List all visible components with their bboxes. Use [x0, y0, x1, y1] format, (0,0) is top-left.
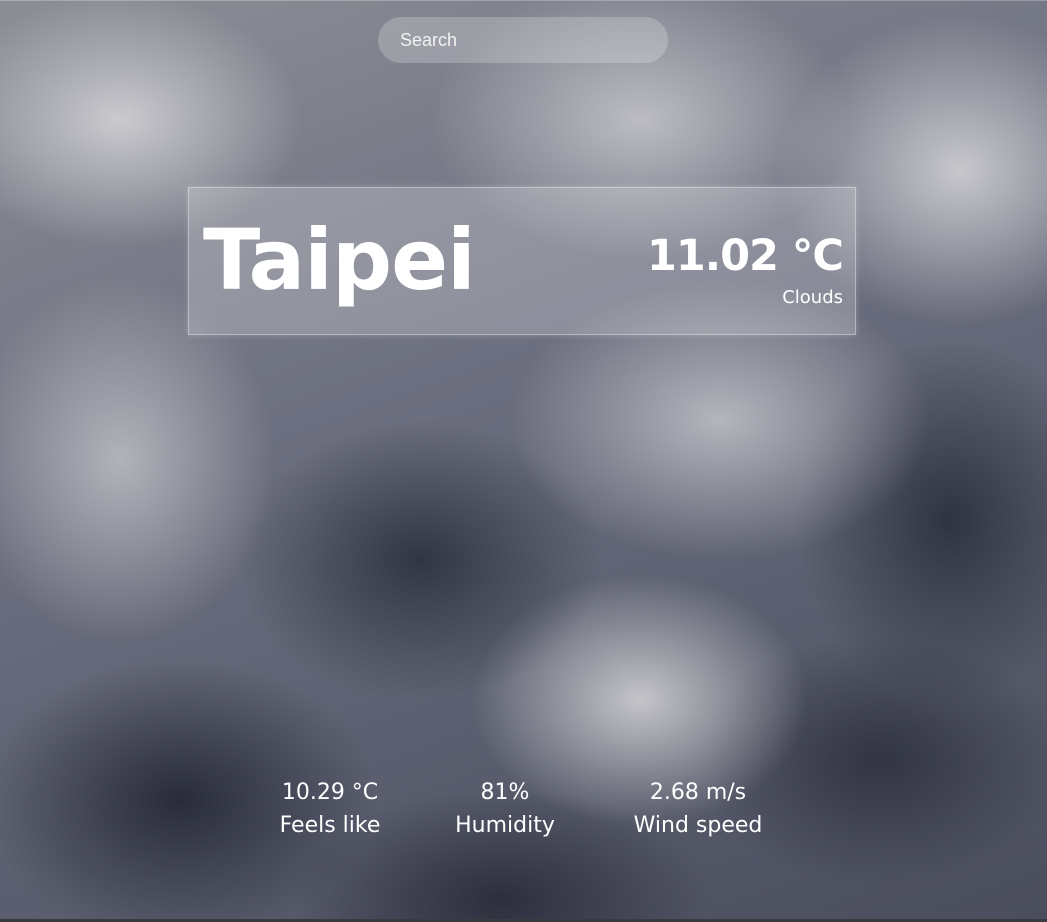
city-name: Taipei — [203, 211, 476, 309]
feels-like-stat: 10.29 °C Feels like — [270, 776, 390, 842]
humidity-stat: 81% Humidity — [445, 776, 565, 842]
humidity-value: 81% — [480, 780, 530, 805]
weather-details: 10.29 °C Feels like 81% Humidity 2.68 m/… — [0, 776, 1047, 846]
current-temperature: 11.02 °C — [646, 231, 844, 281]
wind-speed-stat: 2.68 m/s Wind speed — [618, 776, 778, 842]
top-divider — [0, 0, 1047, 1]
current-weather-card: Taipei 11.02 °C Clouds — [188, 187, 856, 335]
humidity-label: Humidity — [455, 813, 555, 838]
feels-like-label: Feels like — [279, 813, 381, 838]
wind-speed-label: Wind speed — [633, 813, 763, 838]
search-input[interactable] — [378, 17, 668, 63]
feels-like-value: 10.29 °C — [281, 780, 379, 805]
search-bar — [378, 17, 668, 63]
wind-speed-value: 2.68 m/s — [649, 780, 747, 805]
weather-condition: Clouds — [782, 287, 843, 308]
weather-app: Taipei 11.02 °C Clouds 10.29 °C Feels li… — [0, 0, 1047, 922]
